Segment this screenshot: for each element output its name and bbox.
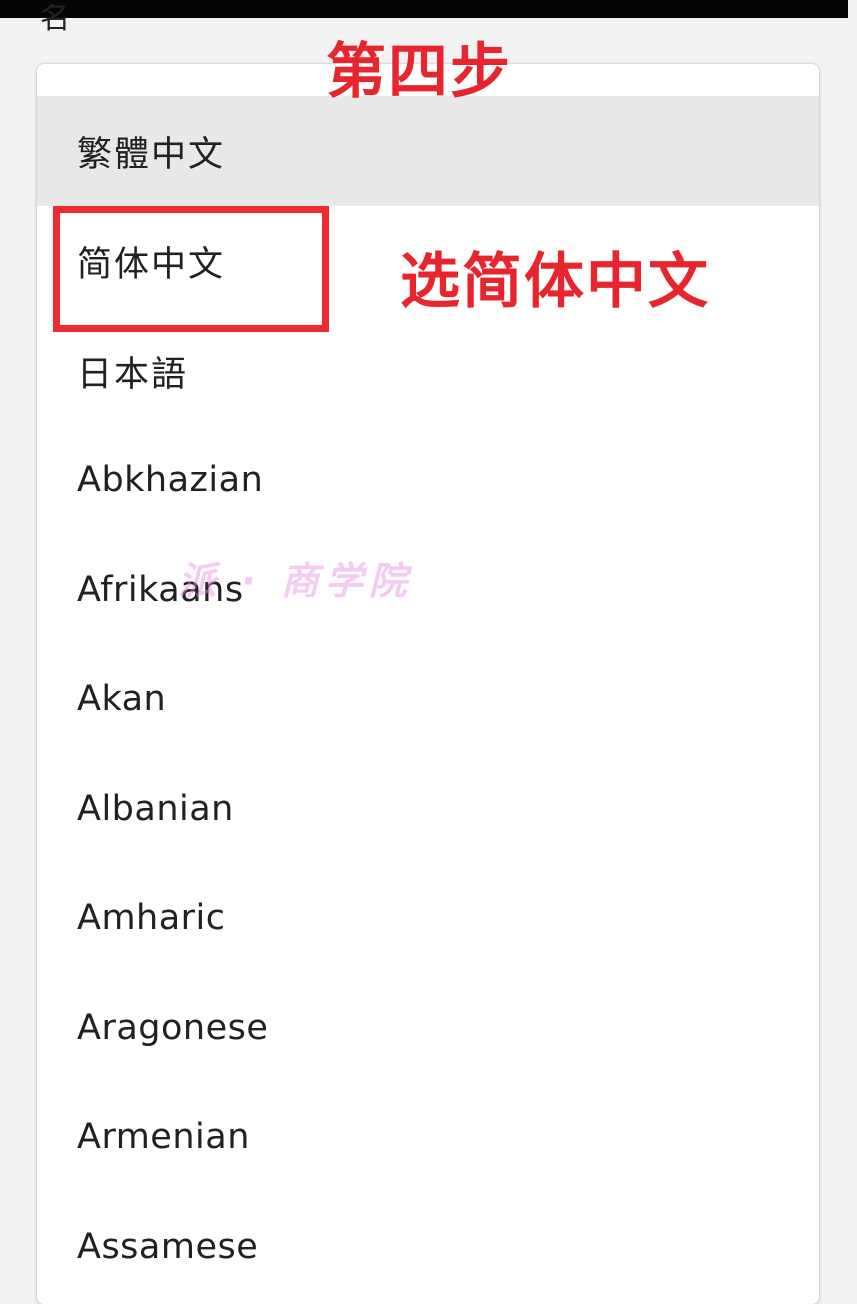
language-option-label: Abkhazian bbox=[77, 460, 264, 500]
language-option-afrikaans[interactable]: Afrikaans bbox=[37, 535, 819, 645]
language-option-label: Albanian bbox=[77, 789, 234, 829]
highlight-box-simplified-chinese bbox=[53, 206, 329, 332]
background-partial-text: 名 bbox=[40, 4, 70, 34]
language-option-label: Amharic bbox=[77, 898, 226, 938]
language-option-label: Akan bbox=[77, 679, 167, 719]
language-option-label: Assamese bbox=[77, 1227, 259, 1267]
language-option-abkhazian[interactable]: Abkhazian bbox=[37, 425, 819, 535]
instruction-annotation: 选简体中文 bbox=[400, 247, 710, 317]
language-option-traditional-chinese[interactable]: 繁體中文 bbox=[37, 96, 819, 206]
language-option-assamese[interactable]: Assamese bbox=[37, 1192, 819, 1302]
step-annotation: 第四步 bbox=[326, 37, 512, 107]
top-black-bar bbox=[0, 0, 848, 18]
language-option-japanese[interactable]: 日本語 bbox=[37, 316, 819, 426]
language-option-akan[interactable]: Akan bbox=[37, 644, 819, 754]
language-option-albanian[interactable]: Albanian bbox=[37, 754, 819, 864]
language-option-label: Armenian bbox=[77, 1117, 250, 1157]
language-option-label: Aragonese bbox=[77, 1008, 269, 1048]
language-option-armenian[interactable]: Armenian bbox=[37, 1082, 819, 1192]
language-option-label: 繁體中文 bbox=[77, 134, 226, 175]
language-option-label: 日本語 bbox=[77, 354, 189, 395]
language-option-aragonese[interactable]: Aragonese bbox=[37, 973, 819, 1083]
language-option-amharic[interactable]: Amharic bbox=[37, 863, 819, 973]
watermark-text: 派 · 商学院 bbox=[178, 559, 413, 603]
